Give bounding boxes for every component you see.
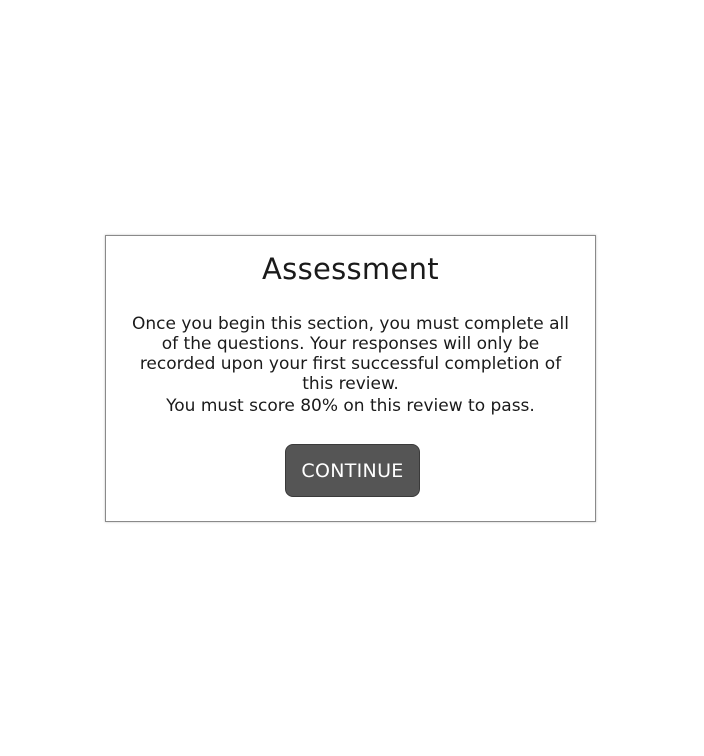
dialog-title: Assessment — [262, 252, 439, 286]
dialog-instructions: Once you begin this section, you must co… — [132, 314, 569, 394]
assessment-dialog: Assessment Once you begin this section, … — [105, 235, 596, 522]
pass-requirement: You must score 80% on this review to pas… — [166, 396, 535, 416]
continue-button[interactable]: CONTINUE — [285, 444, 420, 497]
